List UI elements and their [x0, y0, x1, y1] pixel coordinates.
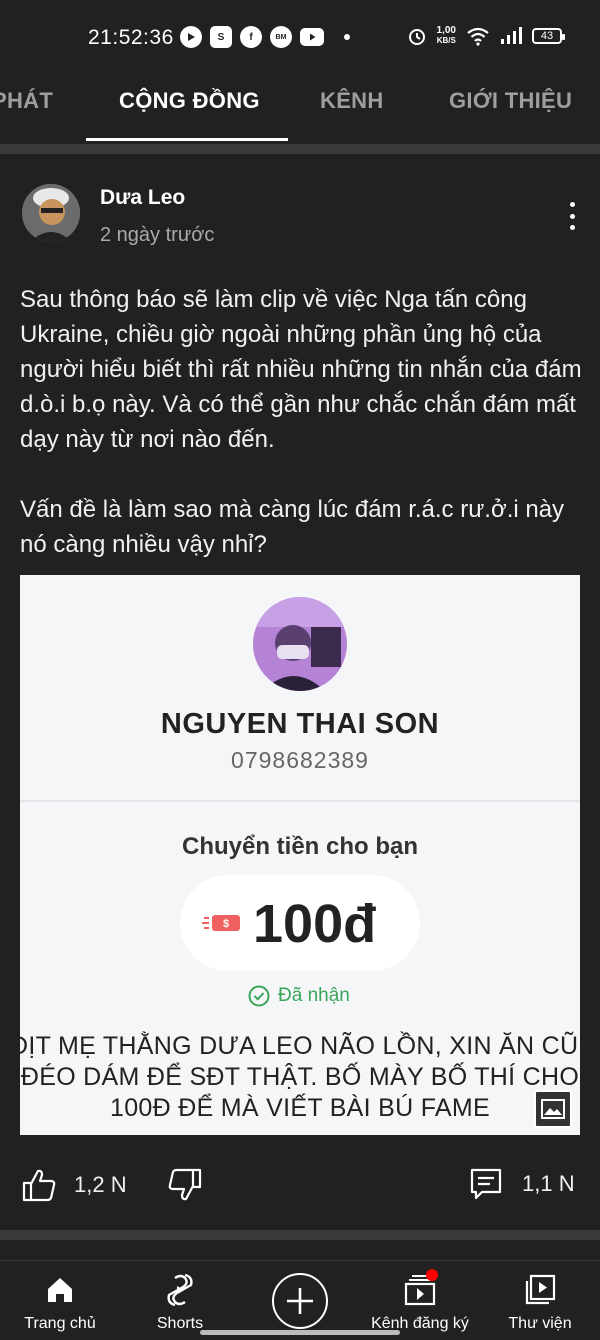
battery-level: 43 — [540, 30, 554, 42]
tab-channels[interactable]: KÊNH — [320, 88, 384, 114]
author-name[interactable]: Dưa Leo — [100, 186, 185, 210]
shopee-notification-icon: S — [210, 26, 232, 48]
system-icons: 1,00 KB/S 43 — [407, 26, 565, 46]
svg-text:$: $ — [223, 918, 229, 930]
sender-name: NGUYEN THAI SON — [160, 708, 440, 740]
gallery-icon[interactable] — [534, 1090, 572, 1128]
check-circle-icon — [248, 985, 270, 1007]
dislike-button[interactable] — [166, 1166, 204, 1204]
tab-videos[interactable]: PHÁT — [0, 88, 53, 114]
post-paragraph: Sau thông báo sẽ làm clip về việc Nga tấ… — [20, 286, 582, 453]
nav-shorts[interactable]: Shorts — [120, 1271, 240, 1333]
money-transfer-icon: $ — [202, 915, 240, 931]
transfer-message: ĐỊT MẸ THẰNG DƯA LEO NÃO LỒN, XIN ĂN CŨN… — [20, 1031, 580, 1124]
message-line: ĐÉO DÁM ĐỂ SĐT THẬT. BỐ MÀY BỐ THÍ CHO — [20, 1063, 580, 1091]
active-tab-indicator — [86, 138, 288, 141]
notification-dot — [426, 1269, 438, 1281]
transfer-label: Chuyển tiền cho bạn — [181, 833, 418, 860]
channel-tabs: PHÁT CỘNG ĐỒNG KÊNH GIỚI THIỆU — [0, 72, 600, 141]
more-options-icon[interactable] — [560, 200, 584, 232]
gesture-home-bar[interactable] — [200, 1330, 400, 1335]
network-speed-value: 1,00 — [436, 25, 456, 36]
attachment-divider — [20, 800, 580, 802]
author-avatar[interactable] — [22, 184, 80, 242]
post-actions: 1,2 N 1,1 N — [0, 1160, 600, 1220]
nav-home[interactable]: Trang chủ — [0, 1271, 120, 1333]
baomoi-notification-icon: BM — [270, 26, 292, 48]
section-divider — [0, 1230, 600, 1240]
home-icon — [48, 1278, 72, 1302]
youtube-notification-icon — [300, 28, 324, 46]
message-line: ĐỊT MẸ THẰNG DƯA LEO NÃO LỒN, XIN ĂN CŨN… — [20, 1032, 580, 1060]
dislike-icon — [168, 1168, 202, 1201]
post-body: Sau thông báo sẽ làm clip về việc Nga tấ… — [20, 282, 582, 597]
shorts-icon — [167, 1273, 193, 1307]
nav-library-label: Thư viện — [508, 1315, 572, 1332]
network-speed-unit: KB/S — [436, 36, 456, 45]
tab-community[interactable]: CỘNG ĐỒNG — [119, 88, 260, 114]
battery-icon: 43 — [532, 28, 565, 44]
network-speed: 1,00 KB/S — [437, 26, 456, 46]
sender-avatar — [253, 597, 347, 691]
nav-subscriptions[interactable]: Kênh đăng ký — [360, 1269, 480, 1333]
play-notification-icon — [180, 26, 202, 48]
post-timestamp: 2 ngày trước — [100, 224, 215, 246]
post-paragraph: Vấn đề là làm sao mà càng lúc đám r.á.c … — [20, 496, 565, 558]
library-icon — [525, 1274, 556, 1305]
status-bar: 21:52:36 S f BM 1,00 KB/S 43 — [0, 0, 600, 72]
facebook-notification-icon: f — [240, 26, 262, 48]
received-status: Đã nhận — [248, 985, 350, 1007]
bottom-navigation: Trang chủ Shorts Kênh đăng ký Thư viện — [0, 1260, 600, 1340]
alarm-icon — [408, 29, 425, 45]
comment-icon — [470, 1168, 502, 1200]
sender-phone: 0798682389 — [231, 747, 369, 773]
post-image[interactable]: NGUYEN THAI SON 0798682389 Chuyển tiền c… — [20, 575, 580, 1135]
like-icon — [22, 1169, 56, 1202]
status-time: 21:52:36 — [88, 26, 174, 49]
section-divider — [0, 144, 600, 154]
comment-count: 1,1 N — [522, 1171, 575, 1196]
nav-library[interactable]: Thư viện — [480, 1271, 600, 1333]
nav-home-label: Trang chủ — [24, 1315, 96, 1332]
plus-icon — [287, 1288, 313, 1314]
more-notifications-dot-icon — [344, 34, 350, 40]
comments-button[interactable]: 1,1 N — [468, 1166, 575, 1202]
create-button[interactable] — [272, 1273, 328, 1329]
tab-about[interactable]: GIỚI THIỆU — [449, 88, 572, 114]
message-line: 100Đ ĐỂ MÀ VIẾT BÀI BÚ FAME — [110, 1094, 490, 1122]
notification-icons: S f BM — [180, 26, 350, 48]
like-count: 1,2 N — [74, 1172, 127, 1197]
like-button[interactable]: 1,2 N — [20, 1166, 127, 1204]
signal-icon — [501, 27, 522, 44]
wifi-icon — [467, 27, 489, 46]
transfer-amount: 100đ — [253, 894, 377, 954]
received-label: Đã nhận — [278, 985, 350, 1006]
